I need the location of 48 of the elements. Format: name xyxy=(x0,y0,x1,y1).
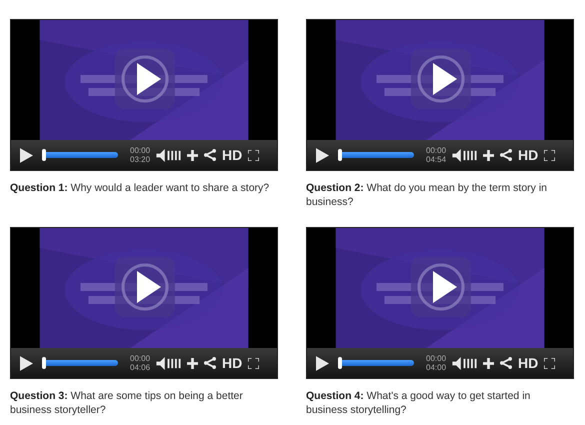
duration: 04:54 xyxy=(426,155,446,164)
progress-track[interactable] xyxy=(42,360,118,366)
duration: 03:20 xyxy=(130,155,150,164)
play-button[interactable] xyxy=(411,257,471,317)
hd-button[interactable]: HD xyxy=(518,355,538,371)
play-button[interactable] xyxy=(115,49,175,109)
duration: 04:06 xyxy=(130,363,150,372)
play-icon[interactable] xyxy=(316,148,329,162)
hd-button[interactable]: HD xyxy=(222,147,242,163)
play-icon[interactable] xyxy=(20,148,33,162)
hd-button[interactable]: HD xyxy=(222,355,242,371)
progress-track[interactable] xyxy=(338,152,414,158)
progress-thumb[interactable] xyxy=(338,149,342,161)
share-icon[interactable] xyxy=(500,357,512,369)
video-caption: Question 2: What do you mean by the term story in business? xyxy=(306,181,548,209)
fullscreen-icon[interactable] xyxy=(544,358,556,368)
share-icon[interactable] xyxy=(500,149,512,161)
progress-thumb[interactable] xyxy=(42,149,46,161)
volume-icon[interactable] xyxy=(156,356,182,370)
video-caption: Question 3: What are some tips on being a better business storyteller? xyxy=(10,389,244,417)
progress-track[interactable] xyxy=(338,360,414,366)
current-time: 00:00 xyxy=(130,354,150,363)
volume-icon[interactable] xyxy=(452,356,478,370)
progress-track[interactable] xyxy=(42,152,118,158)
current-time: 00:00 xyxy=(130,146,150,155)
progress-thumb[interactable] xyxy=(42,357,46,369)
play-icon[interactable] xyxy=(20,356,33,370)
fullscreen-icon[interactable] xyxy=(248,358,260,368)
plus-icon[interactable] xyxy=(187,358,198,368)
hd-button[interactable]: HD xyxy=(518,147,538,163)
video-caption: Question 1: Why would a leader want to share a story? xyxy=(10,181,270,195)
fullscreen-icon[interactable] xyxy=(544,150,556,160)
current-time: 00:00 xyxy=(426,354,446,363)
volume-icon[interactable] xyxy=(156,148,182,162)
progress-thumb[interactable] xyxy=(338,357,342,369)
video-caption: Question 4: What's a good way to get started in business storytelling? xyxy=(306,389,532,417)
plus-icon[interactable] xyxy=(483,358,494,368)
plus-icon[interactable] xyxy=(483,150,494,160)
share-icon[interactable] xyxy=(204,357,216,369)
share-icon[interactable] xyxy=(204,149,216,161)
play-button[interactable] xyxy=(411,49,471,109)
volume-icon[interactable] xyxy=(452,148,478,162)
play-button[interactable] xyxy=(115,257,175,317)
play-icon[interactable] xyxy=(316,356,329,370)
fullscreen-icon[interactable] xyxy=(248,150,260,160)
plus-icon[interactable] xyxy=(187,150,198,160)
current-time: 00:00 xyxy=(426,146,446,155)
duration: 04:00 xyxy=(426,363,446,372)
